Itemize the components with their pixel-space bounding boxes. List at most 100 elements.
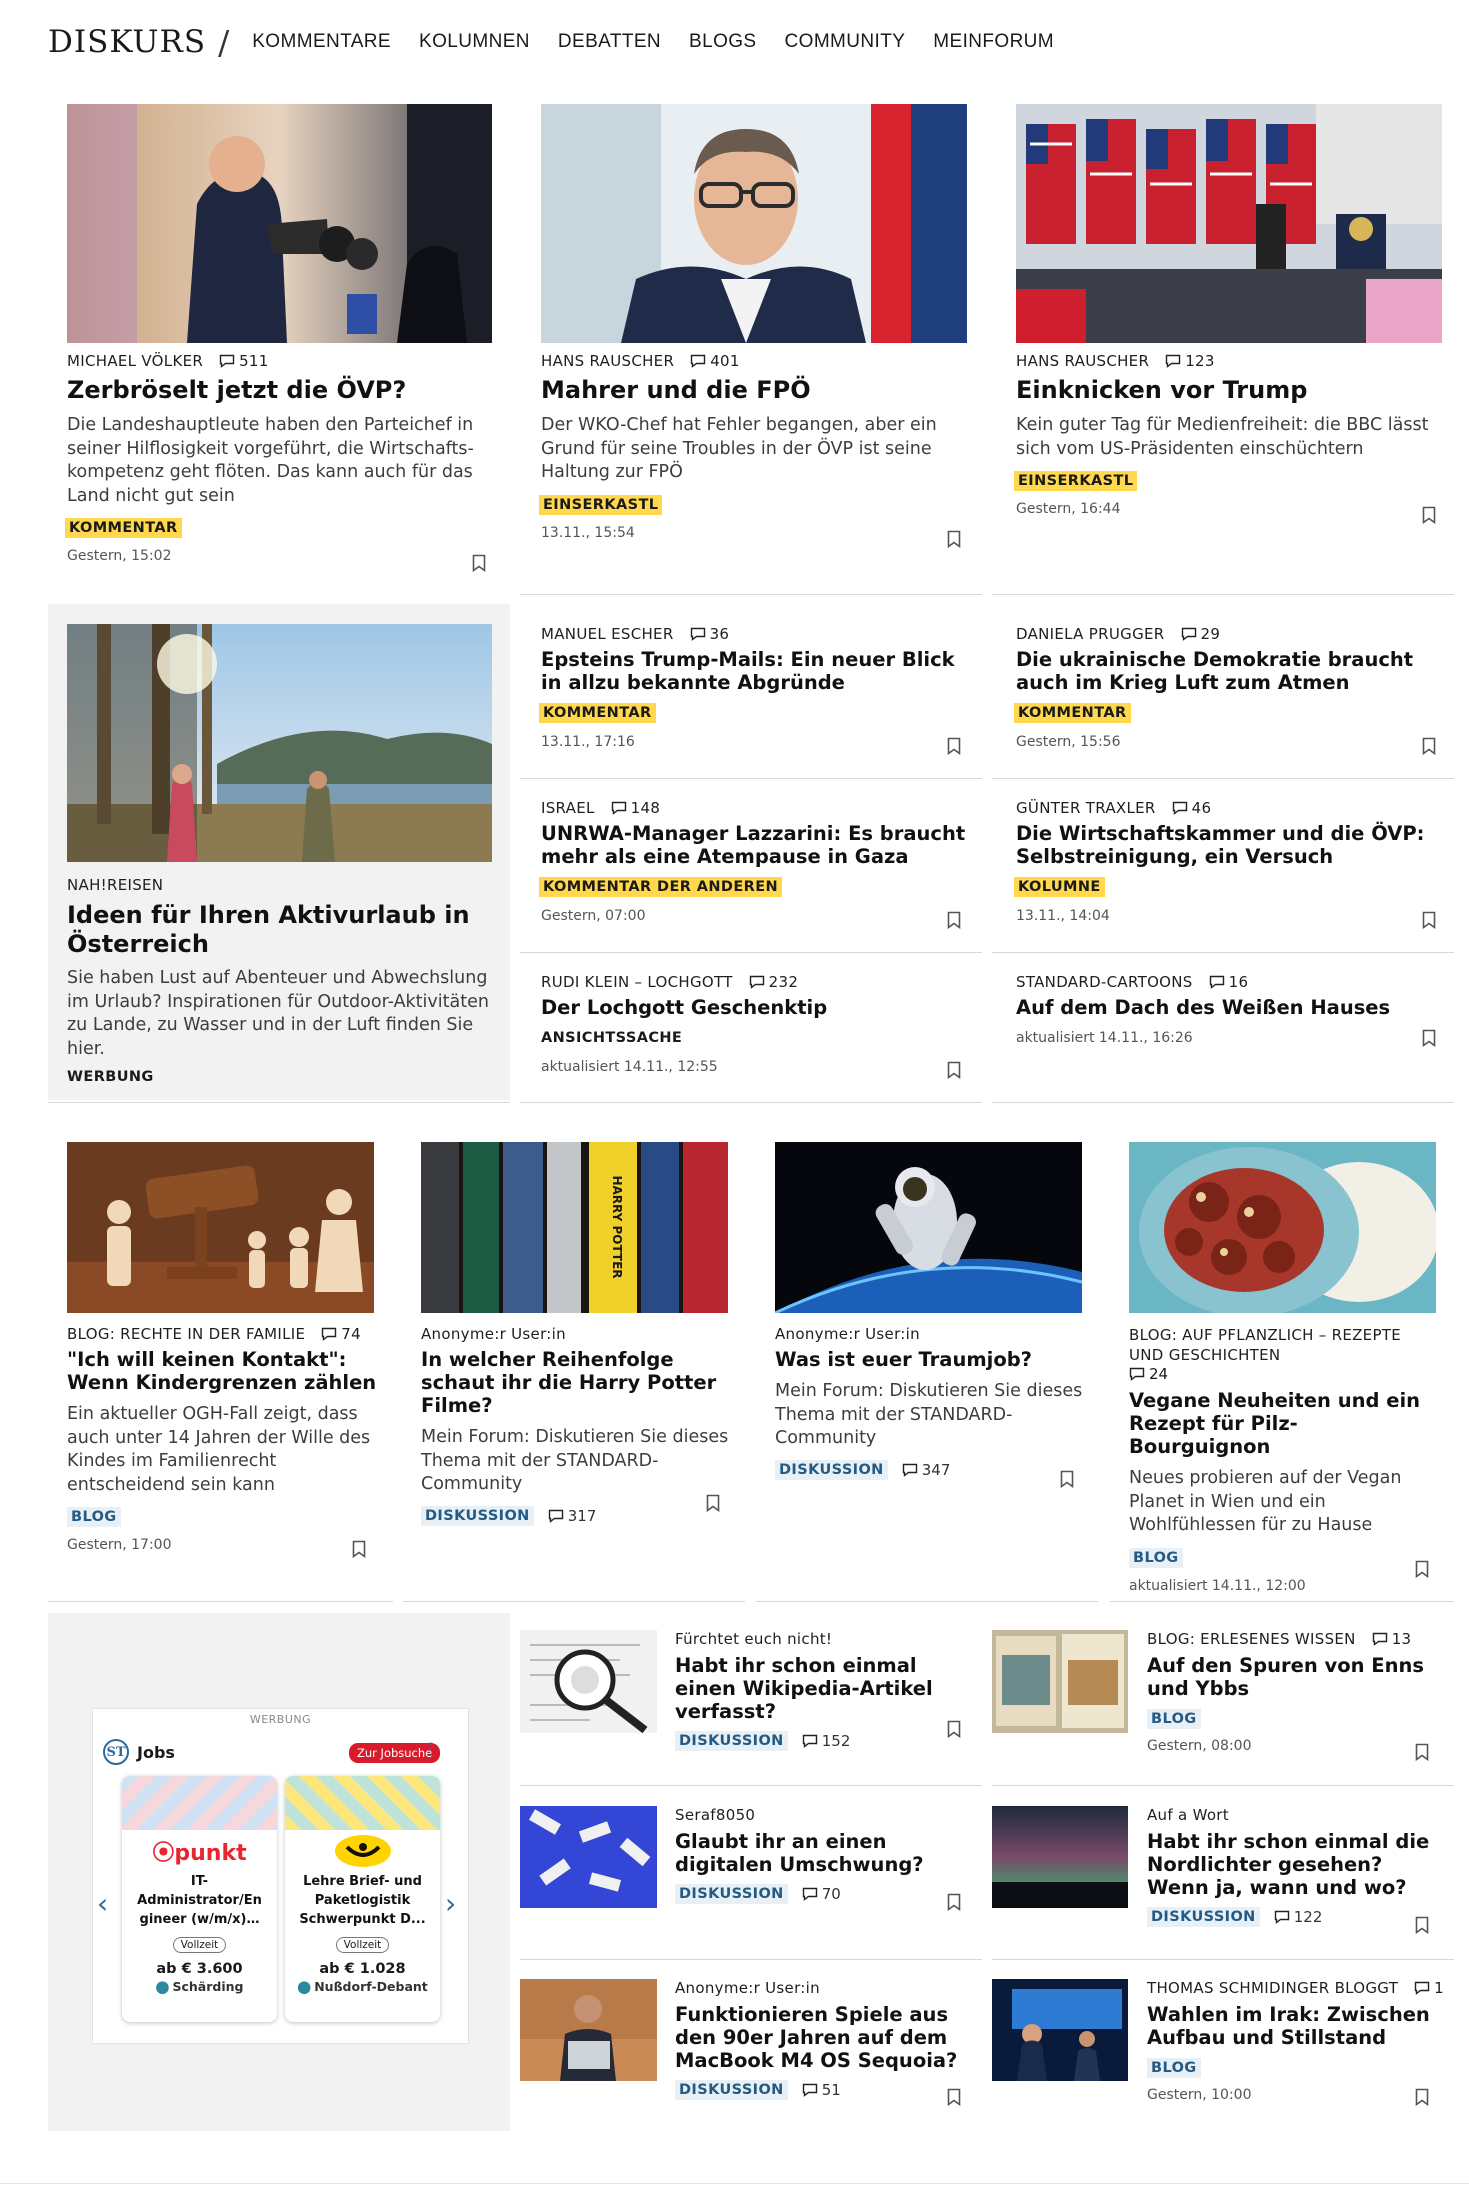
posting-count[interactable]: 70 <box>802 1885 841 1903</box>
category-tag[interactable]: KOMMENTAR <box>1014 703 1131 723</box>
category-tag[interactable]: BLOG <box>1129 1547 1183 1568</box>
author[interactable]: HANS RAUSCHER <box>1016 352 1149 370</box>
bookmark-icon[interactable] <box>1415 1560 1429 1578</box>
bookmark-icon[interactable] <box>1422 737 1436 755</box>
discussion-card[interactable]: Anonyme:r User:in In welcher Reihenfolge… <box>421 1325 731 1526</box>
nav-debatten[interactable]: DEBATTEN <box>558 31 661 53</box>
category-tag[interactable]: KOMMENTAR <box>539 703 656 723</box>
diskurs-logo[interactable]: DISKURS / <box>48 23 252 62</box>
blog-name[interactable]: BLOG: RECHTE IN DER FAMILIE <box>67 1325 305 1343</box>
discussion-card[interactable]: Seraf8050 Glaubt ihr an einen digitalen … <box>675 1806 975 1904</box>
author[interactable]: DANIELA PRUGGER <box>1016 625 1165 643</box>
article-card[interactable]: RUDI KLEIN – LOCHGOTT 232 Der Lochgott Ge… <box>541 973 967 1075</box>
comment-count[interactable]: 511 <box>219 352 269 370</box>
article-image-books[interactable] <box>992 1630 1128 1733</box>
article-title[interactable]: Die Wirtschaftskammer und die ÖVP: Selbs… <box>1016 822 1442 868</box>
comment-count[interactable]: 36 <box>690 625 730 643</box>
blog-name[interactable]: THOMAS SCHMIDINGER BLOGGT <box>1147 1979 1398 1997</box>
ad-image-hiking[interactable] <box>67 624 492 862</box>
comment-count[interactable]: 13 <box>1372 1630 1412 1648</box>
discussion-card[interactable]: Fürchtet euch nicht! Habt ihr schon einm… <box>675 1630 975 1751</box>
bookmark-icon[interactable] <box>1422 911 1436 929</box>
comment-count[interactable]: 74 <box>321 1325 361 1343</box>
discussion-tag[interactable]: DISKUSSION <box>1147 1907 1260 1927</box>
bookmark-icon[interactable] <box>1422 506 1436 524</box>
discussion-card[interactable]: Auf a Wort Habt ihr schon einmal die Nor… <box>1147 1806 1447 1927</box>
bookmark-icon[interactable] <box>1060 1470 1074 1488</box>
bookmark-icon[interactable] <box>947 2088 961 2106</box>
category-tag[interactable]: KOMMENTAR <box>65 518 182 538</box>
author[interactable]: MICHAEL VÖLKER <box>67 352 203 370</box>
posting-count[interactable]: 152 <box>802 1732 850 1750</box>
comment-count[interactable]: 24 <box>1129 1365 1168 1383</box>
discussion-tag[interactable]: DISKUSSION <box>421 1505 534 1526</box>
article-title[interactable]: Der Lochgott Geschenktip <box>541 996 967 1019</box>
bookmark-icon[interactable] <box>1415 1743 1429 1761</box>
posting-count[interactable]: 51 <box>802 2081 841 2099</box>
article-card[interactable]: GÜNTER TRAXLER 46 Die Wirtschaftskammer u… <box>1014 799 1442 924</box>
category-tag[interactable]: KOMMENTAR DER ANDEREN <box>539 877 783 897</box>
article-title[interactable]: Die ukrainische Demokratie braucht auch … <box>1016 648 1442 694</box>
posting-count[interactable]: 347 <box>902 1461 950 1479</box>
author[interactable]: RUDI KLEIN – LOCHGOTT <box>541 973 733 991</box>
comment-count[interactable]: 401 <box>690 352 740 370</box>
category-tag[interactable]: KOLUMNE <box>1014 877 1105 897</box>
article-image-mahrer[interactable] <box>541 104 967 343</box>
category-tag[interactable]: EINSERKASTL <box>539 494 663 515</box>
bookmark-icon[interactable] <box>1415 1916 1429 1934</box>
blog-name[interactable]: BLOG: ERLESENES WISSEN <box>1147 1630 1356 1648</box>
comment-count[interactable]: 16 <box>1209 973 1249 991</box>
carousel-next-arrow[interactable]: › <box>445 1887 456 1920</box>
discussion-title[interactable]: Glaubt ihr an einen digitalen Umschwung? <box>675 1830 975 1876</box>
article-title[interactable]: Mahrer und die FPÖ <box>541 376 967 405</box>
author[interactable]: STANDARD-CARTOONS <box>1016 973 1193 991</box>
category-tag[interactable]: BLOG <box>1147 1709 1201 1729</box>
article-image-oevp[interactable] <box>67 104 492 343</box>
discussion-teaser[interactable]: Mein Forum: Diskutieren Sie dieses Thema… <box>775 1380 1085 1451</box>
article-card[interactable]: THOMAS SCHMIDINGER BLOGGT 1 Wahlen im Ira… <box>1147 1979 1447 2103</box>
article-title[interactable]: Epsteins Trump-Mails: Ein neuer Blick in… <box>541 648 967 694</box>
category-tag[interactable]: BLOG <box>67 1507 121 1527</box>
comment-count[interactable]: 46 <box>1172 799 1212 817</box>
discussion-image-northern-lights[interactable] <box>992 1806 1128 1908</box>
comment-count[interactable]: 232 <box>749 973 799 991</box>
article-title[interactable]: UNRWA-Manager Lazzarini: Es braucht mehr… <box>541 822 967 868</box>
category-tag[interactable]: EINSERKASTL <box>1014 471 1138 491</box>
article-image-trump[interactable] <box>1016 104 1442 343</box>
article-teaser[interactable]: Ein aktueller OGH-Fall zeigt, dass auch … <box>67 1403 377 1497</box>
ad-title[interactable]: Ideen für Ihren Aktivurlaub in Österreic… <box>67 901 497 959</box>
article-teaser[interactable]: Kein guter Tag für Medienfreiheit: die B… <box>1016 414 1442 461</box>
comment-count[interactable]: 1 <box>1414 1979 1444 1997</box>
article-card[interactable]: BLOG: AUF PFLANZLICH – REZEPTE UND GESCH… <box>1129 1325 1439 1594</box>
nav-community[interactable]: COMMUNITY <box>785 31 906 53</box>
article-card[interactable]: MICHAEL VÖLKER 511 Zerbröselt jetzt die Ö… <box>65 352 492 564</box>
article-title[interactable]: Wahlen im Irak: Zwischen Aufbau und Stil… <box>1147 2003 1447 2049</box>
discussion-tag[interactable]: DISKUSSION <box>675 1884 788 1904</box>
share-icon[interactable]: ⋮ <box>423 1739 439 1758</box>
article-title[interactable]: Vegane Neuheiten und ein Rezept für Pilz… <box>1129 1389 1439 1458</box>
author[interactable]: MANUEL ESCHER <box>541 625 674 643</box>
comment-count[interactable]: 123 <box>1165 352 1215 370</box>
discussion-title[interactable]: Habt ihr schon einmal die Nordlichter ge… <box>1147 1830 1447 1899</box>
user-name[interactable]: Anonyme:r User:in <box>421 1325 731 1343</box>
discussion-teaser[interactable]: Mein Forum: Diskutieren Sie dieses Thema… <box>421 1426 731 1497</box>
article-image-astronaut[interactable] <box>775 1142 1082 1313</box>
article-image-harry-potter[interactable]: HARRY POTTER <box>421 1142 728 1313</box>
discussion-card[interactable]: Anonyme:r User:in Funktionieren Spiele a… <box>675 1979 975 2100</box>
article-image-vegan-food[interactable] <box>1129 1142 1436 1313</box>
ad-teaser[interactable]: Sie haben Lust auf Abenteuer und Abwechs… <box>67 967 497 1061</box>
discussion-title[interactable]: Habt ihr schon einmal einen Wikipedia-Ar… <box>675 1654 975 1723</box>
bookmark-icon[interactable] <box>947 1720 961 1738</box>
nav-kolumnen[interactable]: KOLUMNEN <box>419 31 530 53</box>
discussion-tag[interactable]: DISKUSSION <box>775 1459 888 1480</box>
comment-count[interactable]: 29 <box>1181 625 1221 643</box>
discussion-title[interactable]: In welcher Reihenfolge schaut ihr die Ha… <box>421 1348 731 1417</box>
author[interactable]: ISRAEL <box>541 799 595 817</box>
bookmark-icon[interactable] <box>947 1061 961 1079</box>
jobs-widget[interactable]: WERBUNG ST Jobs Zur Jobsuche ⋮ ‹ › ⦿punk… <box>92 1708 469 2044</box>
article-card[interactable]: HANS RAUSCHER 401 Mahrer und die FPÖ Der … <box>539 352 967 541</box>
article-title[interactable]: Auf dem Dach des Weißen Hauses <box>1016 996 1442 1019</box>
article-title[interactable]: Auf den Spuren von Enns und Ybbs <box>1147 1654 1447 1700</box>
article-title[interactable]: Zerbröselt jetzt die ÖVP? <box>67 376 492 405</box>
posting-count[interactable]: 122 <box>1274 1908 1322 1926</box>
